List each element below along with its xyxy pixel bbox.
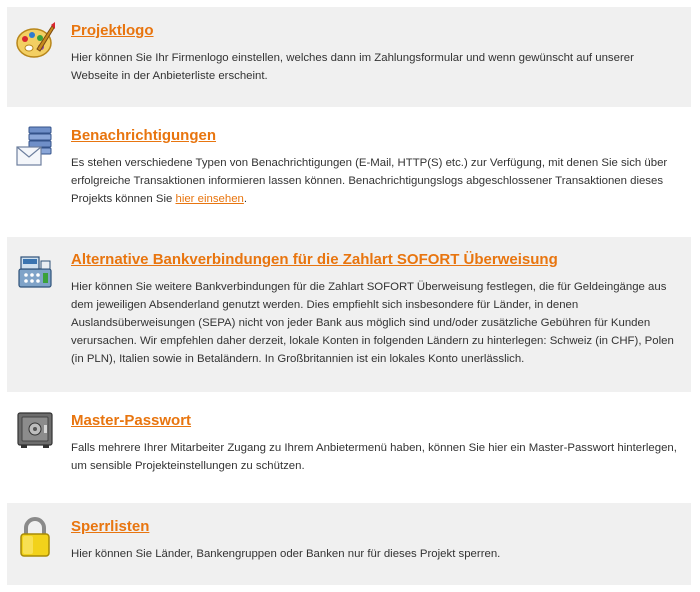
safe-icon [15,410,55,450]
section-master-passwort: Master-Passwort Falls mehrere Ihrer Mita… [7,404,691,484]
section-description: Falls mehrere Ihrer Mitarbeiter Zugang z… [71,442,677,472]
padlock-icon [15,515,55,557]
description-text-end: . [243,193,248,205]
palette-icon [15,21,55,61]
section-title[interactable]: Master-Passwort [71,412,191,429]
section-description: Hier können Sie weitere Bankverbindungen… [71,281,674,365]
section-description: Hier können Sie Ihr Firmenlogo einstelle… [71,52,634,82]
cash-register-icon [15,251,55,291]
section-projektlogo: Projektlogo Hier können Sie Ihr Firmenlo… [7,7,691,107]
section-title[interactable]: Projektlogo [71,22,154,39]
section-description: Es stehen verschiedene Typen von Benachr… [71,154,679,208]
section-title[interactable]: Alternative Bankverbindungen für die Zah… [71,251,558,268]
section-sperrlisten: Sperrlisten Hier können Sie Länder, Bank… [7,503,691,585]
section-benachrichtigungen: Benachrichtigungen Es stehen verschieden… [7,113,691,221]
section-title[interactable]: Benachrichtigungen [71,127,216,144]
section-alternative-bankverbindungen: Alternative Bankverbindungen für die Zah… [7,237,691,392]
view-logs-link[interactable]: hier einsehen [175,193,243,205]
description-text: Es stehen verschiedene Typen von Benachr… [71,157,668,205]
notification-icon [15,125,55,166]
section-description: Hier können Sie Länder, Bankengruppen od… [71,548,501,560]
section-title[interactable]: Sperrlisten [71,518,149,535]
